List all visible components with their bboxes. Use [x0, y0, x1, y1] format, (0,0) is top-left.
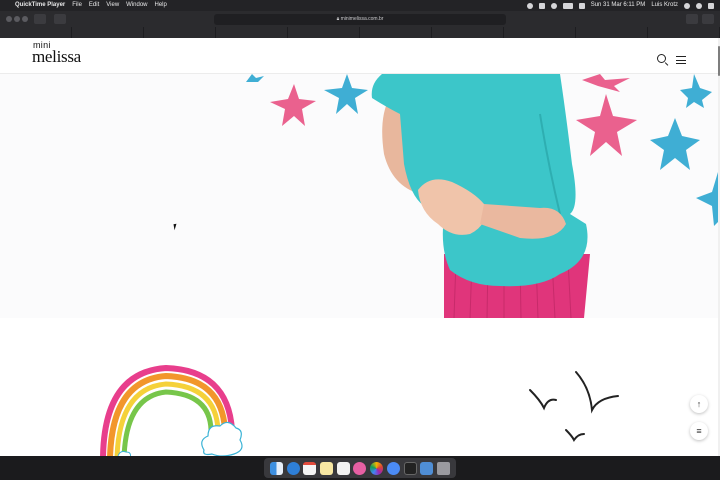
browser-toolbar: 🔒︎ minimelissa.com.br: [0, 11, 720, 38]
content-section: [0, 318, 718, 456]
wifi-icon[interactable]: [550, 2, 557, 9]
menu-app-name[interactable]: QuickTime Player: [15, 0, 65, 11]
back-button[interactable]: [34, 14, 46, 24]
share-button[interactable]: [686, 14, 698, 24]
window-minimize-button[interactable]: [14, 16, 20, 22]
siri-icon[interactable]: [696, 2, 702, 9]
browser-tab[interactable]: [216, 27, 288, 38]
browser-tab[interactable]: [288, 27, 360, 38]
hero-banner: [0, 74, 718, 318]
menu-file[interactable]: File: [72, 0, 82, 11]
menubar-datetime[interactable]: Sun 31 Mar 6:11 PM: [591, 0, 646, 11]
doodle-illustration: [100, 364, 619, 456]
terminal-icon[interactable]: [403, 461, 417, 475]
itunes-icon[interactable]: [353, 461, 367, 475]
hero-image: [0, 74, 718, 318]
list-button[interactable]: ≡: [690, 422, 708, 440]
browser-tab[interactable]: [648, 27, 720, 38]
tabs-overview-button[interactable]: [702, 14, 714, 24]
mac-menu-bar: QuickTime Player File Edit View Window H…: [0, 0, 720, 11]
browser-tab[interactable]: [504, 27, 576, 38]
notification-center-icon[interactable]: [708, 2, 714, 9]
menubar-user[interactable]: Luis Krotz: [651, 0, 678, 11]
sidebar-toggle-button[interactable]: [54, 14, 66, 24]
finder-icon[interactable]: [269, 461, 283, 475]
spotlight-icon[interactable]: [684, 2, 690, 9]
browser-tab[interactable]: [72, 27, 144, 38]
birds-doodle: [529, 371, 619, 442]
status-icon[interactable]: [526, 2, 533, 9]
site-header: mini melissa: [0, 38, 718, 74]
menu-help[interactable]: Help: [155, 0, 167, 11]
menu-edit[interactable]: Edit: [89, 0, 99, 11]
menu-view[interactable]: View: [106, 0, 119, 11]
airplay-icon[interactable]: [538, 2, 545, 9]
battery-icon[interactable]: [562, 2, 573, 9]
scroll-top-button[interactable]: ↑: [690, 395, 708, 413]
address-bar-url: minimelissa.com.br: [340, 16, 384, 22]
list-icon: ≡: [696, 426, 702, 436]
arrow-up-icon: ↑: [696, 399, 702, 409]
logo-melissa: melissa: [32, 47, 81, 66]
search-icon[interactable]: [657, 54, 666, 63]
site-logo[interactable]: mini melissa: [32, 41, 81, 66]
window-zoom-button[interactable]: [22, 16, 28, 22]
menu-window[interactable]: Window: [126, 0, 147, 11]
address-bar[interactable]: 🔒︎ minimelissa.com.br: [214, 14, 506, 25]
browser-tab[interactable]: [0, 27, 72, 38]
chrome-icon[interactable]: [386, 461, 400, 475]
browser-tab[interactable]: [144, 27, 216, 38]
trash-icon[interactable]: [437, 461, 451, 475]
browser-tab[interactable]: [432, 27, 504, 38]
web-page: mini melissa ↑ ≡: [0, 38, 718, 456]
preview-icon[interactable]: [420, 461, 434, 475]
reminders-icon[interactable]: [336, 461, 350, 475]
window-close-button[interactable]: [6, 16, 12, 22]
safari-icon[interactable]: [286, 461, 300, 475]
menu-icon[interactable]: [676, 56, 686, 65]
browser-tab[interactable]: [576, 27, 648, 38]
calendar-icon[interactable]: [303, 461, 317, 475]
photos-icon[interactable]: [370, 461, 384, 475]
cloud-doodle: [201, 421, 243, 456]
input-source-icon[interactable]: [578, 2, 585, 9]
lock-icon: 🔒︎: [336, 16, 340, 22]
macos-dock: [264, 458, 456, 478]
browser-tab[interactable]: [360, 27, 432, 38]
notes-icon[interactable]: [320, 461, 334, 475]
tab-bar: [0, 27, 720, 38]
